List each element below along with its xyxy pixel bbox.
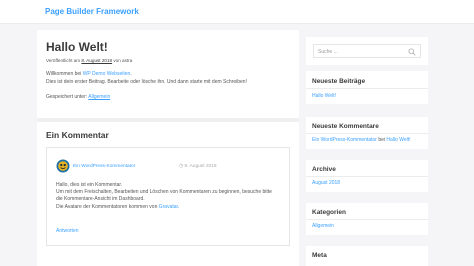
post-date-link[interactable]: 8. August 2018 [81,58,112,63]
archive-title: Archive [312,166,336,173]
recent-comment-post-link[interactable]: Hallo Welt! [386,137,410,143]
comment-line-2: Um mit dem Freischalten, Bearbeiten und … [56,189,272,196]
widget-divider [306,133,428,134]
recent-comment-item: Ein WordPress-Kommentator bei Hallo Welt… [312,137,411,143]
post-category: Gespeichert unter: Allgemein [46,94,110,100]
archive-link[interactable]: August 2018 [312,180,340,186]
site-title-link[interactable]: Page Builder Framework [45,7,139,16]
comment-body: Hallo, dies ist ein Kommentar. Um mit de… [56,182,272,211]
post-line-1-suffix: . [130,71,132,77]
search-widget: Suche ... [306,37,428,65]
comment-line-4-suffix: . [177,203,180,210]
comment-date-link[interactable]: ◷ 8. August 2018 [179,164,217,169]
comment-line-3: die Kommentare-Ansicht im Dashboard. [56,196,145,203]
post-meta-prefix: Veröffentlicht am [46,58,81,63]
recent-comment-author-link[interactable]: Ein WordPress-Kommentator [312,137,377,143]
recent-posts-widget: Neueste Beiträge Hallo Welt! [306,71,428,104]
categories-widget: Kategorien Allgemein [306,203,428,235]
post-title: Hallo Welt! [46,40,108,54]
gravatar-link[interactable]: Gravatar [159,204,178,210]
post-body: Willkommen bei WP Demo Webseiten. Dies i… [46,71,247,86]
recent-comments-title: Neueste Kommentare [312,123,379,130]
recent-comment-mid: bei [378,137,386,143]
category-prefix: Gespeichert unter: [46,94,88,100]
main-content: Hallo Welt! Veröffentlicht am 8. August … [37,30,299,266]
search-placeholder: Suche ... [318,48,338,55]
reply-link[interactable]: Antworten [56,228,79,234]
comment-author-link[interactable]: Ein WordPress-Kommentator [73,164,135,169]
comment-line-4: Die Avatare der Kommentatoren kommen von… [56,204,272,211]
comments-title: Ein Kommentar [46,130,109,140]
demo-sites-link[interactable]: WP Demo Webseiten [83,71,131,77]
post-line-1-prefix: Willkommen bei [46,71,82,77]
site-header: Page Builder Framework [0,0,474,24]
categories-title: Kategorien [312,209,346,216]
post-meta-author: von astra [113,58,133,63]
recent-posts-title: Neueste Beiträge [312,78,366,85]
recent-comments-widget: Neueste Kommentare Ein WordPress-Komment… [306,117,428,149]
archive-widget: Archive August 2018 [306,160,428,192]
search-icon[interactable] [408,48,416,56]
comment-line-4-prefix: Die Avatare der Kommentatoren kommen von [56,203,158,210]
clock-icon: ◷ [179,164,184,169]
comment-date: 8. August 2018 [184,164,217,169]
avatar [56,159,70,173]
category-link[interactable]: Allgemein [88,94,110,100]
recent-post-link[interactable]: Hallo Welt! [312,93,336,99]
meta-widget: Meta [306,246,428,266]
widget-divider [306,176,428,177]
post-meta: Veröffentlicht am 8. August 2018 von ast… [46,58,132,63]
post-line-2: Dies ist dein erster Beitrag. Bearbeite … [46,78,247,85]
search-input[interactable]: Suche ... [313,44,421,58]
category-item-link[interactable]: Allgemein [312,223,334,229]
post-line-1: Willkommen bei WP Demo Webseiten. [46,71,247,79]
comment: Ein WordPress-Kommentator ◷ 8. August 20… [46,147,290,246]
widget-divider [306,219,428,220]
widget-divider [306,88,428,89]
comment-line-1: Hallo, dies ist ein Kommentar. [56,182,123,188]
section-divider [37,118,299,122]
meta-title: Meta [312,252,327,259]
